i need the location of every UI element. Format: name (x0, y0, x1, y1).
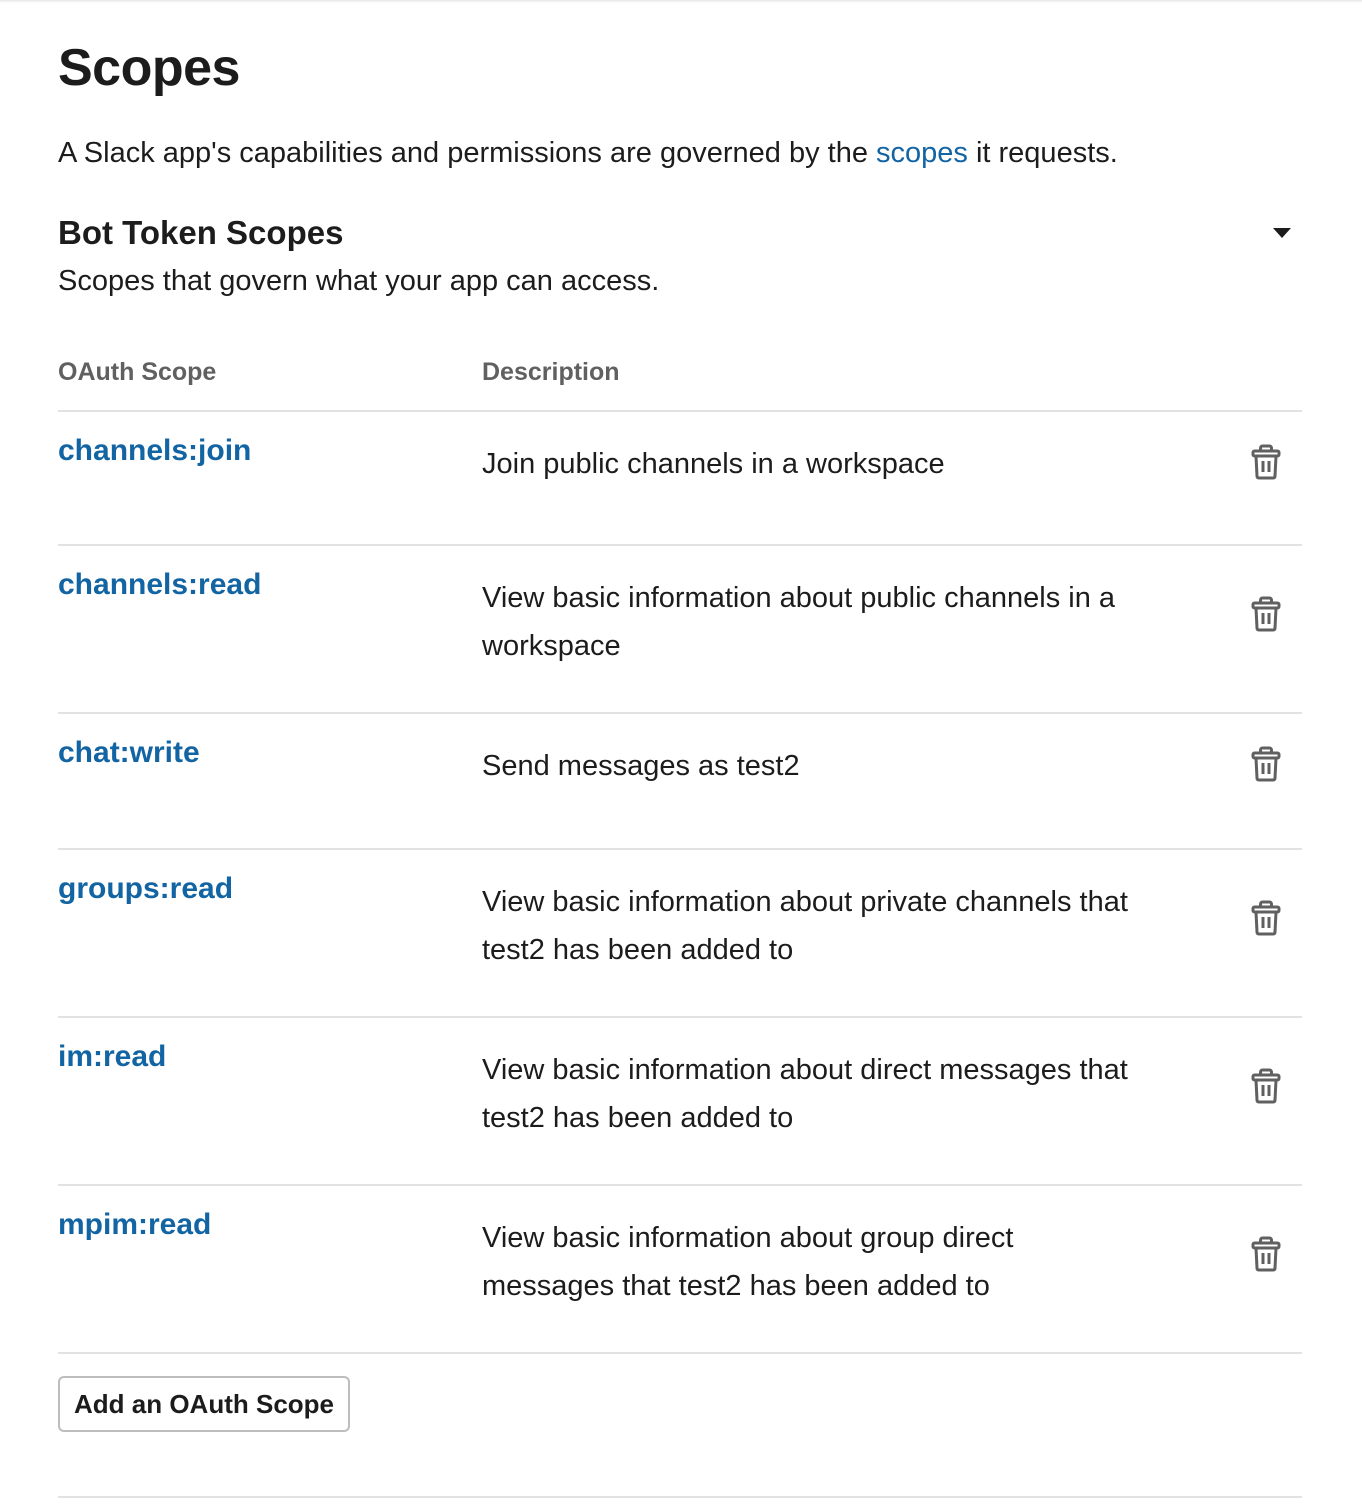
scope-description: View basic information about private cha… (482, 886, 1128, 966)
scope-row: mpim:read View basic information about gr… (58, 1186, 1302, 1354)
scope-row: im:read View basic information about dire… (58, 1018, 1302, 1186)
column-header-description: Description (482, 358, 620, 386)
scope-name-link[interactable]: channels:join (58, 434, 251, 468)
add-oauth-scope-button[interactable]: Add an OAuth Scope (58, 1376, 350, 1432)
scope-name-link[interactable]: groups:read (58, 872, 233, 906)
scopes-link[interactable]: scopes (876, 137, 968, 169)
trash-icon[interactable] (1250, 444, 1282, 480)
bottom-divider (58, 1496, 1302, 1498)
scope-name-link[interactable]: channels:read (58, 568, 261, 602)
scope-description: View basic information about public chan… (482, 582, 1116, 662)
scope-row: channels:join Join public channels in a w… (58, 412, 1302, 546)
trash-icon[interactable] (1250, 1068, 1282, 1104)
scope-name-link[interactable]: mpim:read (58, 1208, 211, 1242)
scope-description: View basic information about direct mess… (482, 1054, 1128, 1134)
scope-description: View basic information about group direc… (482, 1222, 1014, 1302)
section-subtitle: Scopes that govern what your app can acc… (58, 265, 660, 297)
intro-text-before: A Slack app's capabilities and permissio… (58, 137, 877, 169)
scope-row: groups:read View basic information about … (58, 850, 1302, 1018)
scope-row: channels:read View basic information abou… (58, 546, 1302, 714)
intro-text-after: it requests. (967, 137, 1118, 169)
column-header-scope: OAuth Scope (58, 358, 217, 386)
scopes-table: channels:join Join public channels in a w… (58, 412, 1302, 1354)
trash-icon[interactable] (1250, 596, 1282, 632)
scope-description: Join public channels in a workspace (482, 448, 945, 480)
scope-row: chat:write Send messages as test2 (58, 714, 1302, 850)
trash-icon[interactable] (1250, 900, 1282, 936)
collapse-toggle[interactable] (1272, 226, 1292, 240)
trash-icon[interactable] (1250, 1236, 1282, 1272)
scope-name-link[interactable]: chat:write (58, 736, 200, 770)
scope-description: Send messages as test2 (482, 750, 800, 782)
table-header: OAuth Scope Description (58, 358, 1302, 412)
top-divider (0, 0, 1362, 3)
section-title: Bot Token Scopes (58, 214, 344, 251)
intro-text: A Slack app's capabilities and permissio… (58, 137, 1118, 170)
caret-down-icon (1273, 228, 1291, 238)
scope-name-link[interactable]: im:read (58, 1040, 166, 1074)
page-title: Scopes (58, 39, 240, 97)
trash-icon[interactable] (1250, 746, 1282, 782)
